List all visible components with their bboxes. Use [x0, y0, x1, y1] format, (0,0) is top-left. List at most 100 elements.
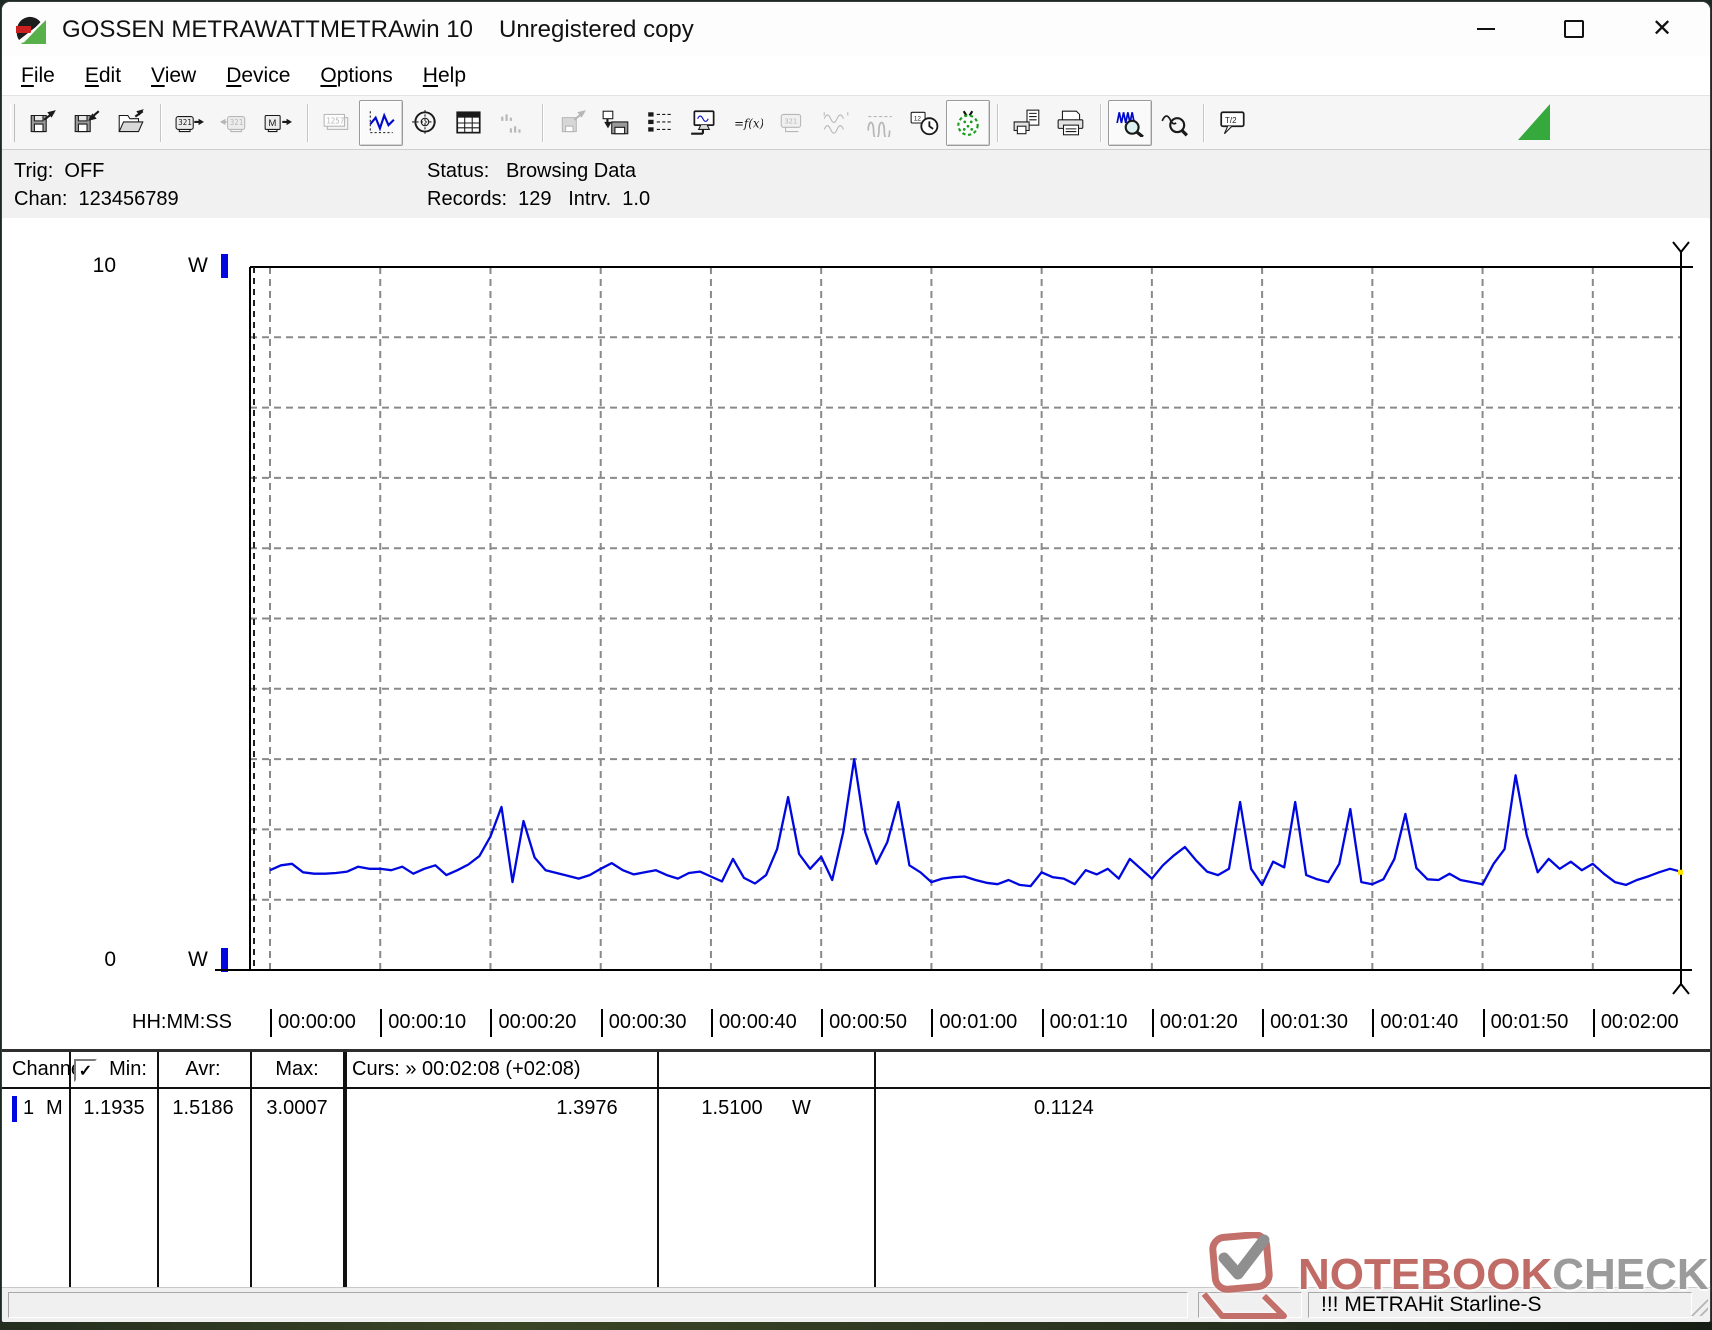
- toolbar-button-histogram: [491, 100, 535, 146]
- chan-label: Chan:: [14, 188, 67, 210]
- menu-bar: FileEditViewDeviceOptionsHelp: [2, 56, 1710, 95]
- table-header-avr: Avr:: [185, 1058, 220, 1081]
- x-tick-separator: [1483, 1009, 1485, 1037]
- x-tick-label: 00:01:30: [1270, 1011, 1348, 1034]
- channel-color-marker-bottom: [221, 948, 228, 972]
- minimize-button[interactable]: [1468, 11, 1504, 47]
- menu-help[interactable]: Help: [408, 60, 481, 92]
- toolbar-button-formula[interactable]: =f(x): [726, 100, 770, 146]
- x-tick-label: 00:00:40: [719, 1011, 797, 1034]
- menu-device[interactable]: Device: [211, 60, 305, 92]
- table-header-cursor[interactable]: Curs: » 00:02:08 (+02:08): [352, 1058, 580, 1081]
- toolbar-button-record-timer[interactable]: [946, 100, 990, 146]
- records-value: 129: [518, 188, 551, 210]
- maximize-button[interactable]: [1556, 11, 1592, 47]
- chart-canvas[interactable]: [2, 218, 1710, 1049]
- menu-file[interactable]: File: [6, 60, 70, 92]
- toolbar-button-open-folder[interactable]: [109, 100, 153, 146]
- x-tick-label: 00:01:50: [1491, 1011, 1569, 1034]
- menu-view[interactable]: View: [136, 60, 211, 92]
- svg-text:=f(x): =f(x): [734, 116, 763, 130]
- desktop-strip: [0, 1322, 1712, 1330]
- title-bar[interactable]: GOSSEN METRAWATT METRAwin 10 Unregistere…: [2, 2, 1710, 56]
- x-tick-separator: [1152, 1009, 1154, 1037]
- x-tick-separator: [380, 1009, 382, 1037]
- close-button[interactable]: ✕: [1644, 11, 1680, 47]
- toolbar-separator: [542, 104, 543, 142]
- toolbar-button-channel-config[interactable]: [638, 100, 682, 146]
- metrawin-window: GOSSEN METRAWATT METRAwin 10 Unregistere…: [1, 1, 1711, 1323]
- x-tick-separator: [270, 1009, 272, 1037]
- x-tick-label: 00:00:50: [829, 1011, 907, 1034]
- browse-status: Status: Browsing Data: [427, 160, 636, 183]
- x-tick-separator: [1593, 1009, 1595, 1037]
- menu-edit[interactable]: Edit: [70, 60, 136, 92]
- toolbar-button-xy-view[interactable]: [403, 100, 447, 146]
- toolbar-button-analog-meter: [814, 100, 858, 146]
- svg-text:12: 12: [914, 115, 922, 122]
- toolbar-resize-triangle-icon[interactable]: [1518, 104, 1550, 140]
- license-label: Unregistered copy: [499, 16, 694, 44]
- toolbar-button-clock-schedule[interactable]: 12: [902, 100, 946, 146]
- x-tick-label: 00:01:00: [939, 1011, 1017, 1034]
- toolbar-button-zoom-out-signal[interactable]: [1152, 100, 1196, 146]
- svg-text:M: M: [268, 118, 276, 129]
- x-tick-separator: [1372, 1009, 1374, 1037]
- app-title: METRAwin 10: [320, 16, 473, 44]
- maximize-icon: [1564, 20, 1584, 38]
- toolbar-button-file-import[interactable]: [594, 100, 638, 146]
- trig-value: OFF: [64, 160, 104, 182]
- toolbar-button-print-preview[interactable]: [1005, 100, 1049, 146]
- channel-stats-table: Channel: ✓ Min: Avr: Max: Curs: » 00:02:…: [2, 1049, 1710, 1290]
- svg-text:1257: 1257: [326, 116, 344, 125]
- toolbar-button-data-table[interactable]: [447, 100, 491, 146]
- toolbar-button-save-import[interactable]: [65, 100, 109, 146]
- window-controls: ✕: [1468, 2, 1680, 56]
- statusbar-panel-secondary: [1198, 1292, 1302, 1318]
- y-axis-unit-bottom: W: [188, 948, 208, 972]
- x-tick-label: 00:00:10: [388, 1011, 466, 1034]
- toolbar-button-yt-chart[interactable]: [359, 100, 403, 146]
- x-tick-label: 00:02:00: [1601, 1011, 1679, 1034]
- toolbar-button-monitor[interactable]: [682, 100, 726, 146]
- toolbar-button-print[interactable]: [1049, 100, 1093, 146]
- avr-value: 1.5186: [172, 1097, 233, 1120]
- x-tick-separator: [931, 1009, 933, 1037]
- cursor2-value: 1.5100: [701, 1097, 762, 1120]
- y-axis-min-label: 0: [90, 948, 116, 972]
- toolbar-separator: [160, 104, 161, 142]
- toolbar-grip[interactable]: [10, 104, 15, 142]
- status-bar: !!! METRAHit Starline-S: [2, 1287, 1710, 1323]
- cursor1-value: 1.3976: [556, 1097, 617, 1120]
- trig-label: Trig:: [14, 160, 53, 182]
- min-value: 1.1935: [83, 1097, 144, 1120]
- toolbar-button-device-read-321[interactable]: 321: [168, 100, 212, 146]
- y-axis-max-label: 10: [90, 254, 116, 278]
- channel-row-color-marker: [12, 1096, 17, 1122]
- x-tick-label: 00:00:20: [498, 1011, 576, 1034]
- records-label: Records:: [427, 188, 507, 210]
- toolbar-button-zoom-in-signal[interactable]: [1108, 100, 1152, 146]
- toolbar-button-memory-read[interactable]: M: [256, 100, 300, 146]
- trigger-status: Trig: OFF: [14, 160, 104, 183]
- x-tick-label: 00:00:30: [609, 1011, 687, 1034]
- svg-text:321: 321: [178, 118, 192, 127]
- svg-text:321: 321: [785, 117, 798, 125]
- toolbar-separator: [997, 104, 998, 142]
- interval-value: 1.0: [622, 188, 650, 210]
- x-tick-separator: [1262, 1009, 1264, 1037]
- channel-color-marker-top: [221, 254, 228, 278]
- channel-visible-checkbox[interactable]: ✓: [74, 1059, 97, 1082]
- x-tick-separator: [821, 1009, 823, 1037]
- x-tick-separator: [1042, 1009, 1044, 1037]
- toolbar-button-save-export[interactable]: [21, 100, 65, 146]
- x-tick-separator: [490, 1009, 492, 1037]
- toolbar-separator: [1100, 104, 1101, 142]
- toolbar-button-annotation[interactable]: T/2: [1211, 100, 1255, 146]
- status-label: Status:: [427, 160, 489, 182]
- channel-number[interactable]: 1: [23, 1097, 34, 1120]
- menu-options[interactable]: Options: [305, 60, 407, 92]
- x-tick-label: 00:01:20: [1160, 1011, 1238, 1034]
- channel-mode: M: [46, 1097, 63, 1120]
- toolbar: 321321M1257=f(x)32112T/2: [2, 95, 1710, 150]
